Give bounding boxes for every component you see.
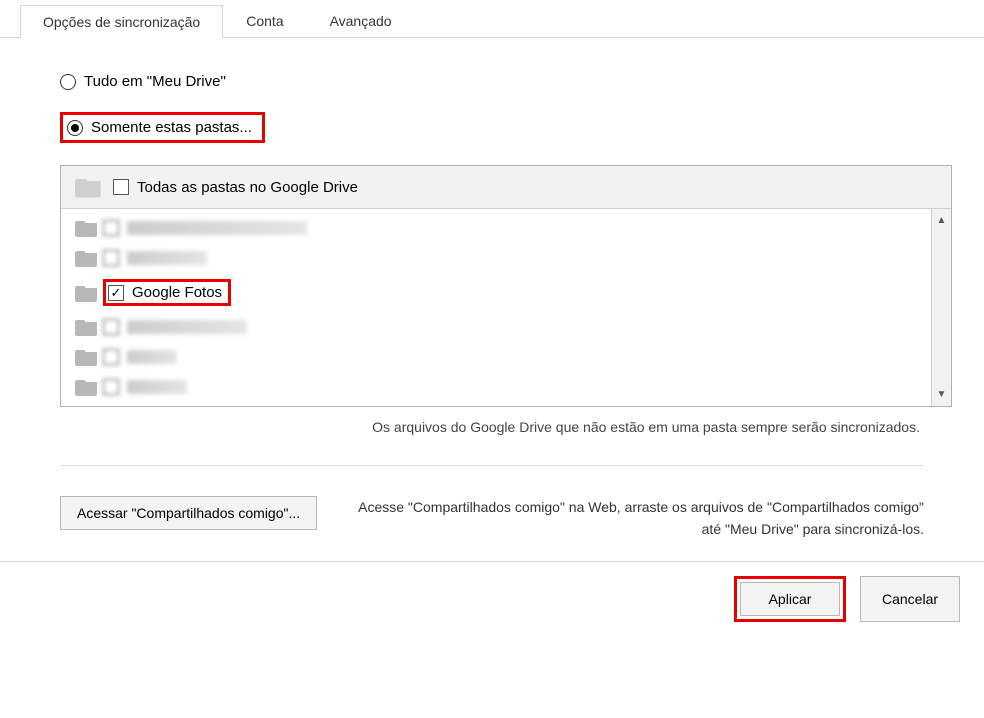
checkbox-all-folders[interactable] bbox=[113, 179, 129, 195]
folder-panel: Todas as pastas no Google Drive bbox=[60, 165, 952, 407]
tabs-bar: Opções de sincronização Conta Avançado bbox=[0, 0, 984, 38]
folder-icon bbox=[75, 219, 99, 237]
folder-item-blurred-5[interactable] bbox=[61, 372, 931, 402]
highlight-apply: Aplicar bbox=[734, 576, 846, 622]
folder-label-blurred bbox=[127, 221, 307, 235]
folder-icon bbox=[75, 378, 99, 396]
folder-item-blurred-4[interactable] bbox=[61, 342, 931, 372]
highlight-only-folders: Somente estas pastas... bbox=[60, 112, 265, 143]
folder-icon bbox=[75, 348, 99, 366]
checkbox-folder[interactable] bbox=[103, 220, 119, 236]
checkbox-folder[interactable] bbox=[103, 319, 119, 335]
folder-label-google-fotos: Google Fotos bbox=[132, 284, 222, 301]
folder-item-blurred-2[interactable] bbox=[61, 243, 931, 273]
apply-button[interactable]: Aplicar bbox=[740, 582, 840, 616]
radio-only-row[interactable]: Somente estas pastas... bbox=[60, 112, 924, 143]
folder-item-google-fotos[interactable]: Google Fotos bbox=[61, 273, 931, 312]
folder-item-blurred-3[interactable] bbox=[61, 312, 931, 342]
footer-buttons: Aplicar Cancelar bbox=[0, 561, 984, 636]
separator bbox=[60, 465, 924, 466]
folder-label-blurred bbox=[127, 320, 247, 334]
scrollbar[interactable]: ▲ ▼ bbox=[931, 209, 951, 406]
folder-icon bbox=[75, 176, 103, 198]
folder-icon bbox=[75, 284, 99, 302]
folder-label-blurred bbox=[127, 251, 207, 265]
radio-all-row[interactable]: Tudo em "Meu Drive" bbox=[60, 73, 924, 90]
folder-list-wrap: Google Fotos bbox=[61, 209, 951, 406]
sync-note: Os arquivos do Google Drive que não estã… bbox=[60, 419, 924, 435]
scroll-down-icon[interactable]: ▼ bbox=[937, 389, 947, 400]
folder-header-label: Todas as pastas no Google Drive bbox=[137, 179, 358, 196]
folder-icon bbox=[75, 249, 99, 267]
checkbox-folder[interactable] bbox=[103, 379, 119, 395]
cancel-button[interactable]: Cancelar bbox=[860, 576, 960, 622]
checkbox-folder[interactable] bbox=[103, 349, 119, 365]
folder-item-blurred-1[interactable] bbox=[61, 213, 931, 243]
folder-list: Google Fotos bbox=[61, 209, 931, 406]
highlight-google-fotos: Google Fotos bbox=[103, 279, 231, 306]
tab-content: Tudo em "Meu Drive" Somente estas pastas… bbox=[0, 38, 984, 496]
checkbox-google-fotos[interactable] bbox=[108, 285, 124, 301]
shared-row: Acessar "Compartilhados comigo"... Acess… bbox=[60, 496, 924, 541]
radio-only-label: Somente estas pastas... bbox=[91, 119, 252, 136]
radio-all[interactable] bbox=[60, 74, 76, 90]
checkbox-folder[interactable] bbox=[103, 250, 119, 266]
folder-icon bbox=[75, 318, 99, 336]
radio-all-label: Tudo em "Meu Drive" bbox=[84, 73, 226, 90]
tab-advanced[interactable]: Avançado bbox=[307, 4, 415, 37]
access-shared-button[interactable]: Acessar "Compartilhados comigo"... bbox=[60, 496, 317, 530]
shared-description: Acesse "Compartilhados comigo" na Web, a… bbox=[341, 496, 924, 541]
folder-header[interactable]: Todas as pastas no Google Drive bbox=[61, 166, 951, 209]
scroll-up-icon[interactable]: ▲ bbox=[937, 215, 947, 226]
tab-sync-options[interactable]: Opções de sincronização bbox=[20, 5, 223, 38]
radio-only[interactable] bbox=[67, 120, 83, 136]
tab-account[interactable]: Conta bbox=[223, 4, 306, 37]
folder-label-blurred bbox=[127, 350, 177, 364]
folder-label-blurred bbox=[127, 380, 187, 394]
